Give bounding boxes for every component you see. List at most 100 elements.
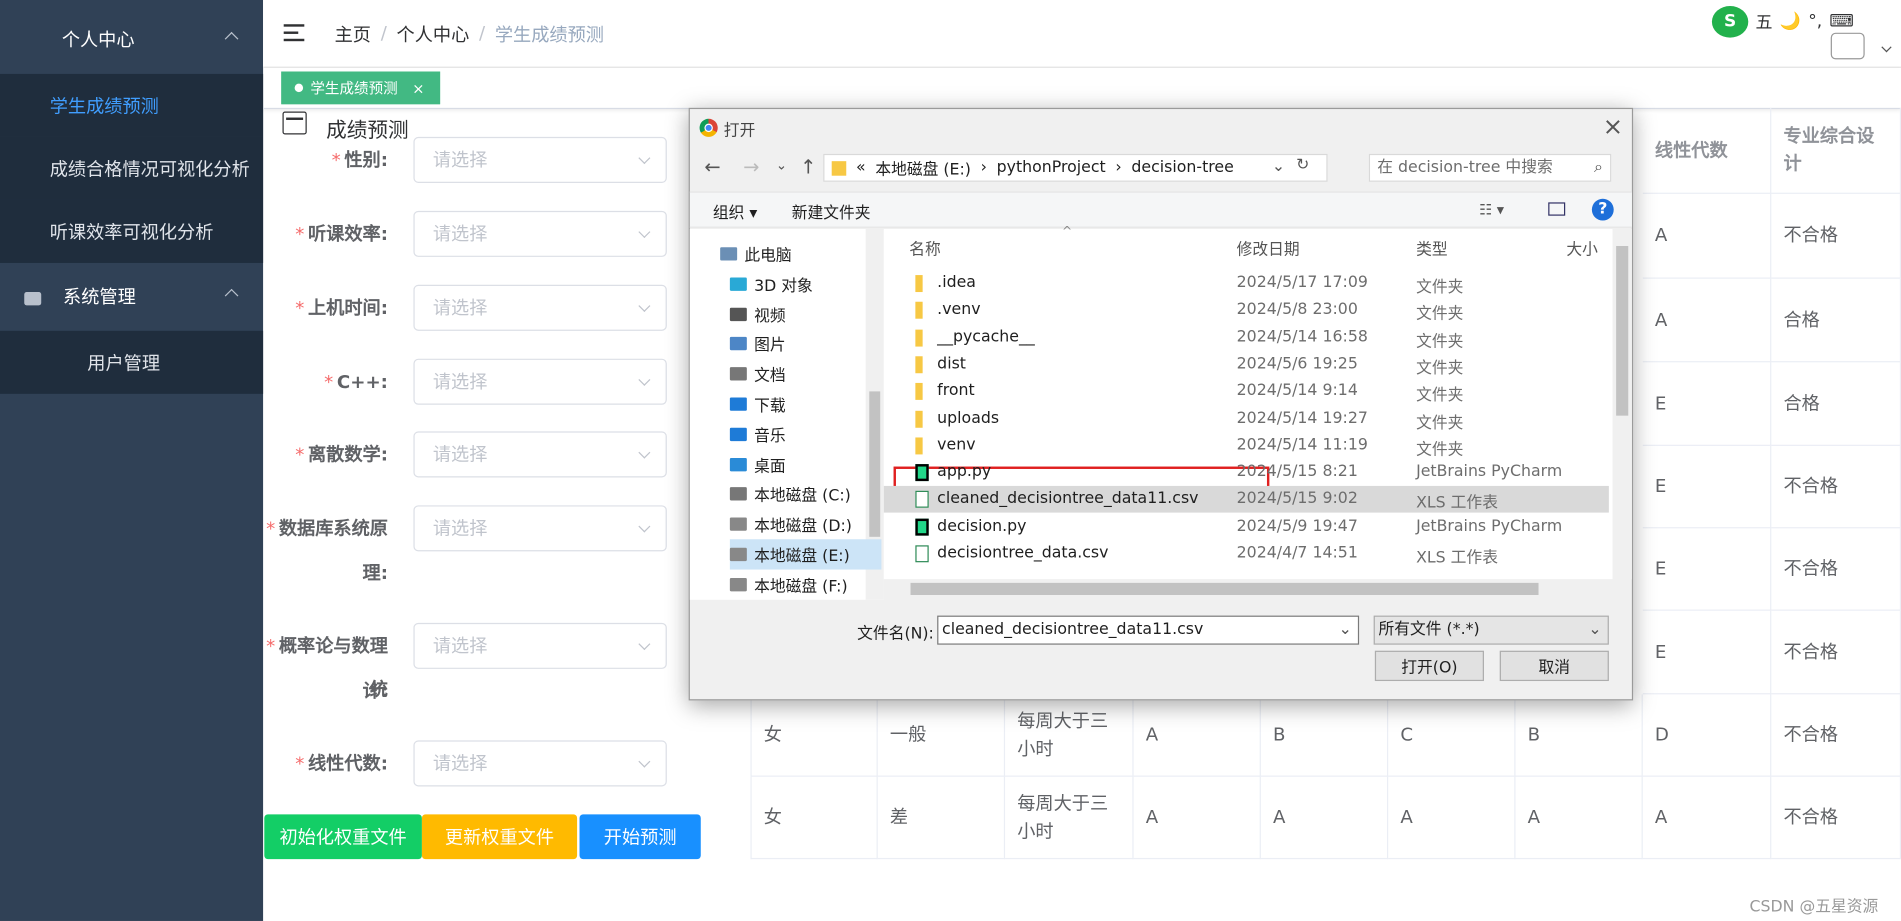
chevron-down-icon[interactable]: ⌄ — [1339, 617, 1352, 644]
col-name[interactable]: 名称 — [909, 236, 941, 259]
file-date: 2024/5/15 8:21 — [1236, 463, 1358, 482]
file-hscrollbar[interactable] — [883, 579, 1613, 600]
file-row[interactable]: dist 2024/5/6 19:25 文件夹 — [884, 351, 1609, 378]
start-predict-button[interactable]: 开始预测 — [579, 814, 701, 860]
file-date: 2024/4/7 14:51 — [1236, 544, 1358, 563]
hamburger-icon[interactable] — [283, 24, 305, 42]
path-segment[interactable]: pythonProject — [997, 159, 1106, 177]
up-icon[interactable]: ↑ — [800, 155, 816, 178]
tag-current[interactable]: 学生成绩预测 × — [281, 71, 441, 105]
back-icon[interactable]: ← — [704, 155, 720, 178]
chevron-down-icon — [638, 299, 651, 312]
file-row[interactable]: .idea 2024/5/17 17:09 文件夹 — [884, 270, 1609, 297]
sidebar-item-pass-analysis[interactable]: 成绩合格情况可视化分析 — [0, 136, 264, 200]
folder-icon — [915, 437, 923, 455]
file-date: 2024/5/14 16:58 — [1236, 327, 1368, 347]
form-select[interactable]: 请选择 — [413, 740, 667, 787]
col-type[interactable]: 类型 — [1416, 236, 1448, 259]
avatar[interactable] — [1830, 32, 1865, 60]
form-select[interactable]: 请选择 — [413, 358, 667, 405]
form-select[interactable]: 请选择 — [413, 210, 667, 257]
path-sep[interactable]: › — [981, 159, 987, 177]
file-row[interactable]: app.py 2024/5/15 8:21 JetBrains PyCharm — [884, 459, 1609, 486]
col-size[interactable]: 大小 — [1566, 236, 1598, 259]
pycharm-icon — [915, 464, 929, 482]
forward-icon[interactable]: → — [743, 155, 759, 178]
sidebar-group-personal[interactable]: 个人中心 — [0, 5, 263, 74]
file-row[interactable]: decisiontree_data.csv 2024/4/7 14:51 XLS 工… — [884, 540, 1609, 567]
file-row[interactable]: .venv 2024/5/8 23:00 文件夹 — [884, 297, 1609, 324]
nav-item-label: 文档 — [754, 367, 786, 386]
nav-item[interactable]: 图片 — [729, 329, 882, 359]
chevron-down-icon[interactable]: ⌄ — [1272, 158, 1285, 176]
search-input[interactable]: 在 decision-tree 中搜索 ⌕ — [1368, 153, 1612, 182]
nav-item[interactable]: 本地磁盘 (C:) — [729, 479, 882, 509]
path-segment[interactable]: 本地磁盘 (E:) — [875, 156, 971, 179]
sidebar-group-system[interactable]: 系统管理 — [0, 262, 263, 331]
path-overflow[interactable]: « — [856, 159, 866, 177]
help-icon[interactable]: ? — [1591, 198, 1614, 221]
table-cell: A — [1642, 776, 1772, 860]
cancel-button[interactable]: 取消 — [1499, 650, 1609, 682]
form-select[interactable]: 请选择 — [413, 431, 667, 478]
breadcrumb-home[interactable]: 主页 — [335, 22, 371, 47]
nav-item[interactable]: 下载 — [729, 389, 882, 419]
file-name: app.py — [937, 463, 992, 482]
nav-item[interactable]: 本地磁盘 (E:) — [729, 539, 882, 570]
file-row[interactable]: uploads 2024/5/14 19:27 文件夹 — [884, 405, 1609, 432]
chevron-down-icon[interactable]: ⌄ — [776, 158, 787, 174]
file-row[interactable]: decision.py 2024/5/9 19:47 JetBrains PyCha… — [884, 513, 1609, 540]
filetype-select[interactable]: 所有文件 (*.*) ⌄ — [1373, 615, 1609, 645]
col-date[interactable]: 修改日期 — [1237, 236, 1300, 259]
moon-icon[interactable]: 🌙 — [1780, 12, 1801, 31]
file-row[interactable]: front 2024/5/14 9:14 文件夹 — [884, 378, 1609, 405]
file-row[interactable]: cleaned_decisiontree_data11.csv 2024/5/15… — [883, 486, 1609, 514]
file-row[interactable]: __pycache__ 2024/5/14 16:58 文件夹 — [884, 324, 1609, 351]
form-select[interactable]: 请选择 — [413, 136, 667, 183]
form-select[interactable]: 请选择 — [413, 622, 667, 669]
nav-item[interactable]: 文档 — [729, 359, 882, 389]
form-select[interactable]: 请选择 — [413, 284, 667, 331]
close-icon[interactable]: × — [1603, 111, 1623, 140]
caret-down-icon[interactable] — [1881, 42, 1892, 53]
sidebar-item-users[interactable]: 用户管理 — [0, 330, 264, 394]
filename-input[interactable]: cleaned_decisiontree_data11.csv ⌄ — [937, 615, 1360, 645]
keyboard-icon[interactable]: ⌨ — [1829, 12, 1854, 31]
chevron-down-icon — [638, 520, 651, 533]
file-row[interactable]: venv 2024/5/14 11:19 文件夹 — [884, 432, 1609, 459]
view-icon[interactable]: ☷ ▾ — [1479, 201, 1504, 218]
form-select[interactable]: 请选择 — [413, 505, 667, 552]
sidebar-item-label: 听课效率可视化分析 — [49, 221, 214, 243]
sidebar-item-predict[interactable]: 学生成绩预测 — [0, 73, 264, 137]
path-sep[interactable]: › — [1115, 159, 1121, 177]
nav-item[interactable]: 本地磁盘 (D:) — [729, 509, 882, 539]
nav-item[interactable]: 音乐 — [729, 419, 882, 449]
table-header-cell: 线性代数 — [1642, 107, 1772, 194]
required-mark: * — [266, 517, 276, 540]
refresh-icon[interactable]: ↻ — [1296, 156, 1309, 174]
nav-item[interactable]: 视频 — [729, 299, 882, 329]
nav-item[interactable]: 3D 对象 — [729, 269, 882, 299]
ime-mode[interactable]: 五 — [1756, 10, 1773, 34]
update-weights-button[interactable]: 更新权重文件 — [421, 814, 578, 860]
nav-item[interactable]: 桌面 — [729, 449, 882, 479]
init-weights-button[interactable]: 初始化权重文件 — [264, 814, 422, 860]
sidebar-item-efficiency-analysis[interactable]: 听课效率可视化分析 — [0, 199, 264, 263]
sidebar: 个人中心 学生成绩预测 成绩合格情况可视化分析 听课效率可视化分析 系统管理 用… — [0, 0, 264, 921]
sogou-icon[interactable]: S — [1711, 6, 1749, 38]
nav-item[interactable]: 此电脑 — [720, 239, 872, 269]
address-bar[interactable]: « 本地磁盘 (E:) › pythonProject › decision-t… — [823, 153, 1328, 182]
new-folder-button[interactable]: 新建文件夹 — [792, 200, 871, 223]
punctuation-icon[interactable]: °, — [1808, 12, 1822, 31]
path-segment[interactable]: decision-tree — [1131, 159, 1233, 177]
chevron-down-icon — [638, 226, 651, 239]
preview-pane-icon[interactable] — [1548, 202, 1566, 216]
breadcrumb-personal[interactable]: 个人中心 — [397, 22, 470, 47]
organize-button[interactable]: 组织 ▾ — [713, 200, 757, 223]
file-name: __pycache__ — [937, 327, 1035, 347]
open-button[interactable]: 打开(O) — [1374, 650, 1484, 682]
close-icon[interactable]: × — [412, 79, 424, 96]
nav-item[interactable]: 本地磁盘 (F:) — [729, 569, 882, 599]
file-vscrollbar[interactable] — [1612, 229, 1632, 580]
table-cell: 不合格 — [1771, 610, 1901, 695]
